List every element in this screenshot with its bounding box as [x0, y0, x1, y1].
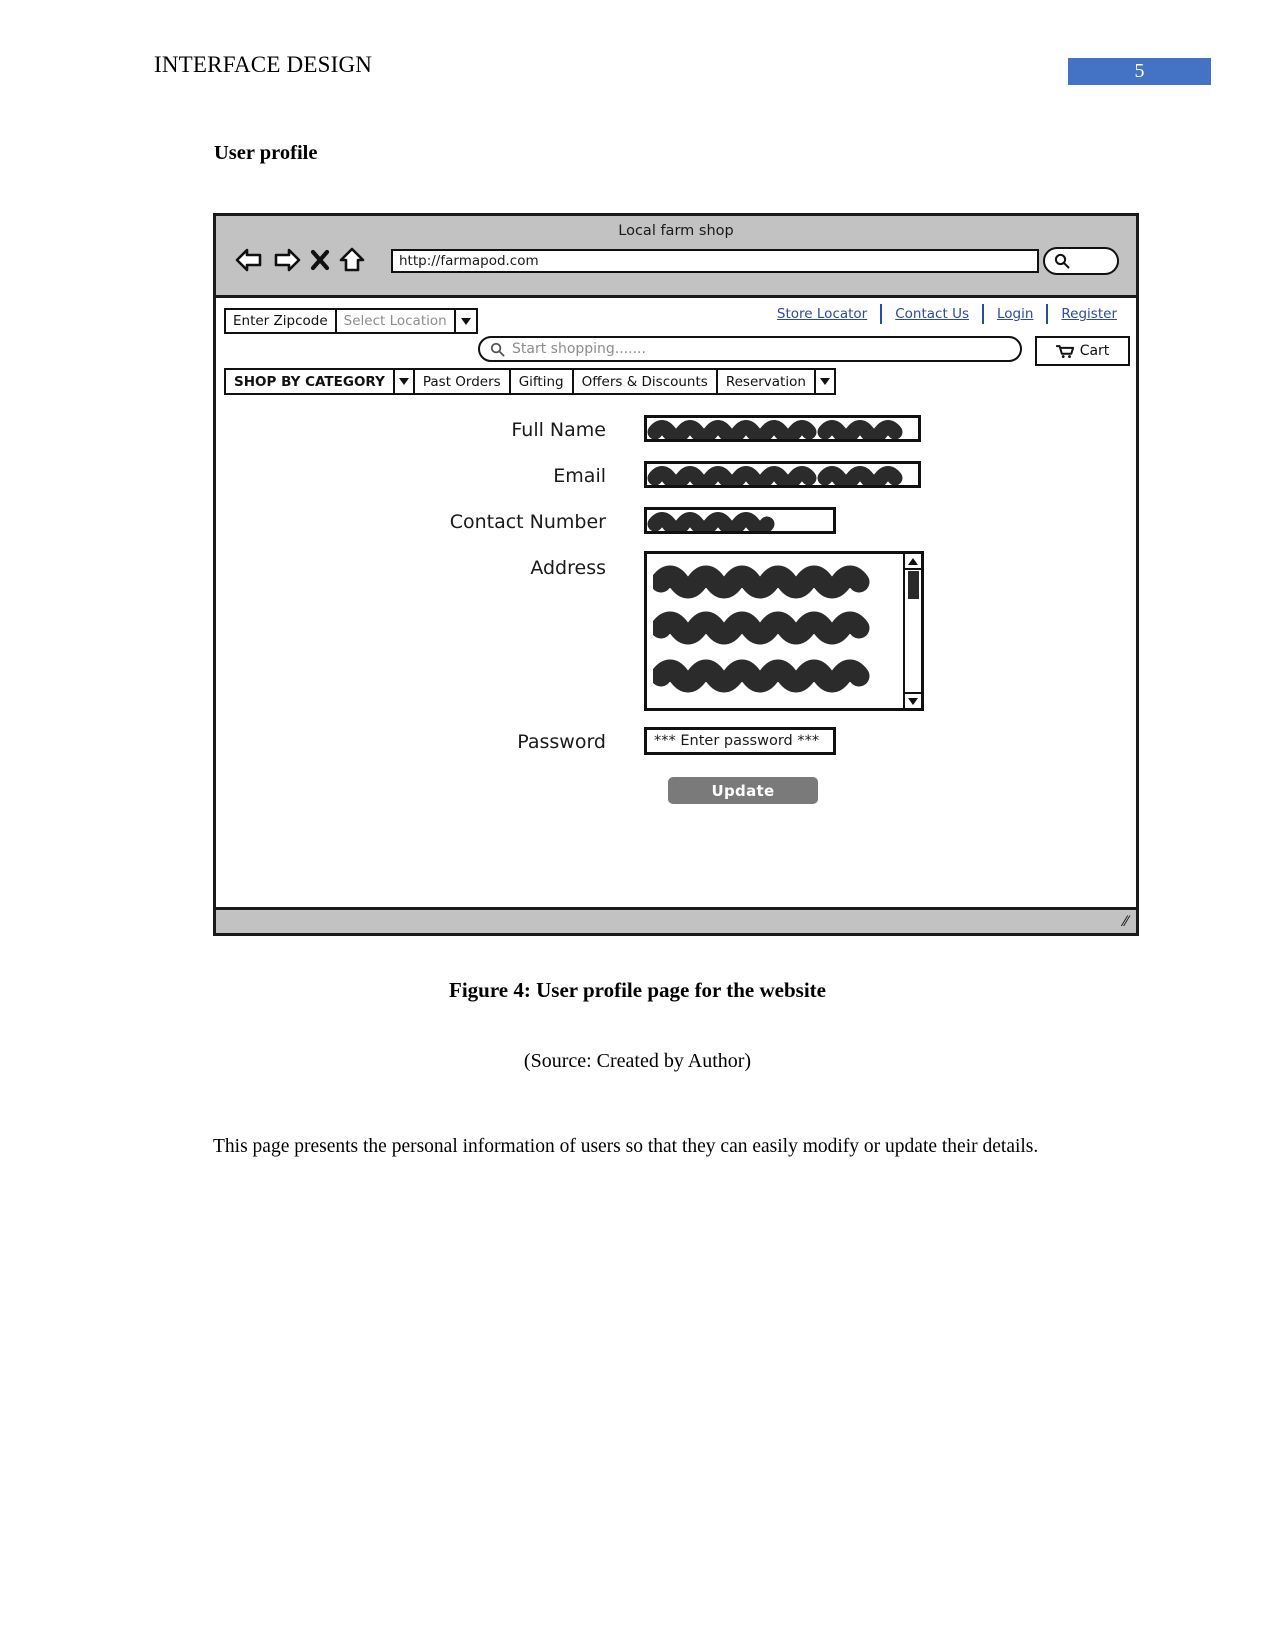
address-scrollbar[interactable] [903, 554, 921, 708]
menu-item-offers-discounts[interactable]: Offers & Discounts [574, 370, 718, 393]
redacted-value-scribble [653, 565, 870, 693]
magnifier-icon [1054, 253, 1070, 269]
enter-zipcode-button[interactable]: Enter Zipcode [226, 310, 337, 332]
browser-mockup-figure: Local farm shop http://farmapod.com Ente [213, 213, 1139, 936]
document-header: INTERFACE DESIGN 5 [0, 52, 1275, 92]
scroll-down-arrow-icon[interactable] [905, 692, 921, 708]
menu-item-shop-by-category[interactable]: SHOP BY CATEGORY [226, 370, 395, 393]
utility-links: Store Locator Contact Us Login Register [764, 304, 1130, 324]
shop-search-input[interactable]: Start shopping....... [478, 336, 1022, 362]
url-text: http://farmapod.com [399, 253, 539, 269]
browser-search-box[interactable] [1043, 247, 1119, 275]
link-store-locator[interactable]: Store Locator [764, 306, 880, 322]
link-login[interactable]: Login [984, 306, 1046, 322]
search-icon [490, 342, 505, 356]
label-contact-number: Contact Number [449, 511, 606, 533]
form-row-full-name: Full Name [216, 411, 1136, 457]
chevron-down-icon [398, 378, 409, 385]
shop-search-placeholder: Start shopping....... [512, 341, 646, 357]
menu-item-past-orders[interactable]: Past Orders [415, 370, 511, 393]
label-email: Email [553, 465, 606, 487]
form-row-submit: Update [216, 765, 1136, 811]
location-selector-group: Enter Zipcode Select Location [224, 308, 478, 334]
url-input[interactable]: http://farmapod.com [391, 249, 1039, 273]
close-x-icon[interactable] [310, 247, 330, 277]
category-dropdown-toggle[interactable] [395, 370, 415, 393]
input-email[interactable] [644, 461, 921, 488]
label-address: Address [530, 557, 606, 579]
figure-caption: Figure 4: User profile page for the webs… [449, 978, 826, 1002]
location-dropdown-toggle[interactable] [456, 310, 476, 332]
browser-status-bar: ⁄⁄ [216, 907, 1136, 933]
chevron-down-icon [819, 378, 830, 385]
label-full-name: Full Name [511, 419, 606, 441]
input-address-textarea[interactable] [644, 551, 924, 711]
redacted-value-scribble [647, 420, 903, 439]
section-heading: User profile [214, 142, 318, 164]
site-top-bar: Enter Zipcode Select Location Store Loca… [216, 298, 1136, 366]
cart-icon [1055, 344, 1074, 358]
form-row-contact-number: Contact Number [216, 503, 1136, 549]
scrollbar-thumb[interactable] [908, 571, 919, 599]
header-title: INTERFACE DESIGN [154, 52, 373, 77]
home-icon[interactable] [338, 247, 366, 277]
form-row-address: Address [216, 549, 1136, 719]
user-profile-form: Full Name Email Contact Number Address P… [216, 411, 1136, 811]
form-row-email: Email [216, 457, 1136, 503]
cart-label: Cart [1079, 343, 1110, 359]
link-contact-us[interactable]: Contact Us [882, 306, 982, 322]
browser-nav-controls [234, 247, 366, 277]
cart-button[interactable]: Cart [1035, 336, 1130, 366]
figure-source: (Source: Created by Author) [523, 1050, 752, 1072]
input-full-name[interactable] [644, 415, 921, 442]
chevron-down-icon [460, 317, 471, 325]
label-password: Password [517, 731, 606, 753]
select-location-input[interactable]: Select Location [337, 310, 456, 332]
password-placeholder: *** Enter password *** [654, 733, 820, 749]
menu-item-reservation[interactable]: Reservation [718, 370, 816, 393]
menu-item-gifting[interactable]: Gifting [511, 370, 574, 393]
page-number-badge: 5 [1068, 58, 1211, 85]
input-password[interactable]: *** Enter password *** [644, 727, 836, 755]
redacted-value-scribble [647, 512, 775, 531]
browser-chrome: Local farm shop http://farmapod.com [216, 216, 1136, 298]
reservation-dropdown-toggle[interactable] [816, 370, 834, 393]
forward-arrow-icon[interactable] [272, 247, 302, 277]
input-contact-number[interactable] [644, 507, 836, 534]
resize-grip-icon[interactable]: ⁄⁄ [1123, 914, 1128, 930]
category-menu-bar: SHOP BY CATEGORY Past Orders Gifting Off… [224, 368, 836, 395]
update-button[interactable]: Update [668, 777, 818, 804]
link-register[interactable]: Register [1048, 306, 1130, 322]
back-arrow-icon[interactable] [234, 247, 264, 277]
redacted-value-scribble [647, 466, 903, 485]
form-row-password: Password *** Enter password *** [216, 719, 1136, 765]
body-paragraph: This page presents the personal informat… [213, 1136, 1039, 1157]
scroll-up-arrow-icon[interactable] [905, 554, 921, 570]
browser-window-title: Local farm shop [618, 223, 734, 239]
